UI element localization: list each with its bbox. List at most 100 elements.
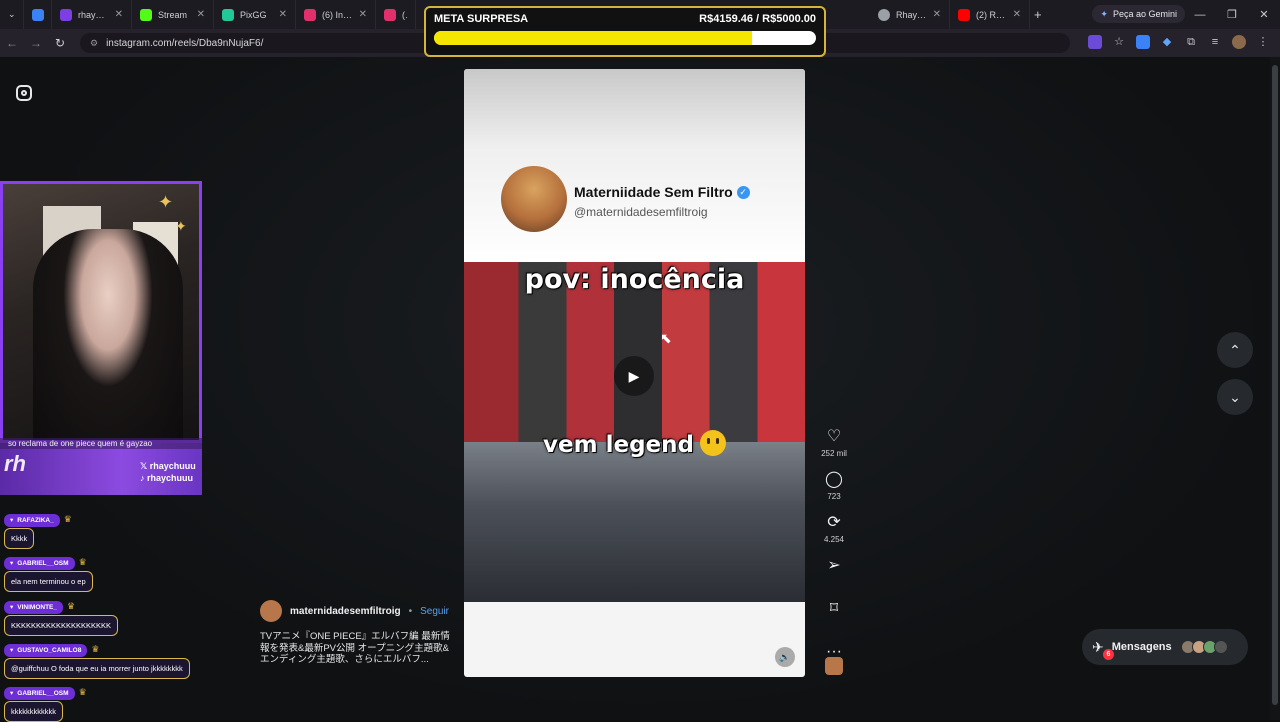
share-icon: ➢: [827, 557, 841, 574]
tab-2[interactable]: PixGG ✕: [214, 0, 296, 29]
heart-icon: ♡: [826, 428, 842, 445]
puzzle-icon[interactable]: ⧉: [1184, 35, 1198, 49]
tab-5[interactable]: Rhaychuu✕: [870, 0, 950, 29]
chat-username: ▾ GABRIEL__OSM: [4, 686, 75, 700]
streamer: [33, 229, 183, 440]
diamond-icon: [32, 8, 44, 21]
video-frame[interactable]: pov: inocência vem legend ▶: [464, 262, 805, 602]
account-name: Materniidade Sem Filtro ✓: [574, 184, 750, 200]
crown-icon: ♛: [63, 514, 72, 524]
action-count: 252 mil: [821, 449, 847, 458]
caption-text: TVアニメ『ONE PIECE』エルバフ編 最新情報を発表&最新PV公開 オープ…: [260, 631, 450, 665]
download-icon[interactable]: [1136, 35, 1150, 49]
messages-button[interactable]: ✈ 6 Mensagens: [1082, 629, 1248, 665]
audio-avatar[interactable]: [825, 657, 843, 675]
chat-message-top: so reclama de one piece quem é gayzao: [0, 438, 202, 449]
close-icon[interactable]: ✕: [197, 9, 205, 20]
close-icon[interactable]: ✕: [115, 9, 123, 20]
restore-button[interactable]: ❐: [1216, 8, 1248, 21]
mouse-cursor-icon: ⬉: [660, 330, 672, 346]
chat-message: ▾ VINIMONTE_ ♛ KKKKKKKKKKKKKKKKKKKK: [4, 596, 119, 636]
verified-icon: ✓: [736, 185, 750, 199]
message-avatars: [1180, 640, 1228, 654]
kick-icon: [140, 8, 152, 21]
close-icon[interactable]: ✕: [279, 9, 287, 20]
twitch-icon: [60, 8, 72, 21]
chat-message: ▾ GUSTAVO_CAMILO8 ♛ @guiffchuu O foda que…: [4, 639, 190, 679]
crown-icon: ♛: [91, 644, 100, 654]
tab-1[interactable]: Stream ✕: [132, 0, 214, 29]
avatar[interactable]: [1232, 35, 1246, 49]
mute-button[interactable]: 🔈: [775, 647, 795, 667]
new-tab-button[interactable]: +: [1034, 7, 1042, 22]
gemini-icon: ✦: [1100, 8, 1108, 19]
chat-username: ▾ VINIMONTE_: [4, 600, 63, 614]
instagram-icon[interactable]: [16, 85, 32, 101]
stream-logo: rh: [4, 451, 26, 476]
minimize-button[interactable]: —: [1184, 9, 1216, 21]
account-handle: @maternidadesemfiltroig: [574, 205, 708, 219]
stream-brand-banner: rh 𝕏 rhaychuuu ♪ rhaychuuu: [0, 443, 202, 495]
forward-button[interactable]: →: [24, 36, 48, 50]
reel-header-card: Materniidade Sem Filtro ✓ @maternidadesem…: [464, 69, 805, 262]
reel-video[interactable]: Materniidade Sem Filtro ✓ @maternidadesem…: [464, 69, 805, 677]
overlay-text-top: pov: inocência: [524, 264, 745, 295]
message-count-badge: 6: [1103, 649, 1114, 660]
star-icon[interactable]: ☆: [1112, 35, 1126, 49]
close-icon[interactable]: ✕: [933, 9, 941, 20]
menu-icon[interactable]: ⋮: [1256, 35, 1270, 49]
diamond-icon[interactable]: ◆: [1160, 35, 1174, 49]
tab-pinned[interactable]: [24, 0, 52, 29]
scrollbar-thumb[interactable]: [1272, 65, 1278, 705]
scrollbar[interactable]: [1270, 57, 1280, 720]
caption-header: maternidadesemfiltroig • Seguir: [260, 600, 449, 622]
chat-username: ▾ RAFAZIKA_: [4, 513, 60, 527]
site-info-icon[interactable]: ⚙: [90, 38, 98, 49]
back-button[interactable]: ←: [0, 36, 24, 50]
goal-amount: R$4159.46 / R$5000.00: [699, 13, 816, 25]
avatar[interactable]: [260, 600, 282, 622]
play-button[interactable]: ▶: [614, 356, 654, 396]
action-count: 4.254: [823, 535, 845, 544]
media-icon[interactable]: ≡: [1208, 35, 1222, 49]
webcam-overlay: ✦ ✦: [0, 181, 202, 443]
gemini-button[interactable]: ✦ Peça ao Gemini: [1092, 5, 1185, 23]
reload-button[interactable]: ↻: [48, 36, 72, 50]
previous-reel-button[interactable]: ⌃: [1217, 332, 1253, 368]
bookmark-button[interactable]: ⌑: [830, 599, 838, 642]
action-count: 723: [827, 492, 841, 501]
close-icon[interactable]: ✕: [1013, 9, 1021, 20]
goal-title: META SURPRESA: [434, 13, 529, 25]
next-reel-button[interactable]: ⌄: [1217, 379, 1253, 415]
caption-username[interactable]: maternidadesemfiltroig: [290, 606, 401, 617]
grin-emoji-icon: [699, 430, 726, 456]
heart-button[interactable]: ♡ 252 mil: [821, 427, 847, 470]
share-button[interactable]: ➢: [827, 556, 840, 599]
chat-bubble: ela nem terminou o ep: [4, 571, 93, 592]
instagram-icon: [304, 8, 316, 21]
comment-button[interactable]: ◯ 723: [825, 470, 843, 513]
chat-bubble: Kkkk: [4, 528, 35, 549]
donation-goal-overlay: META SURPRESA R$4159.46 / R$5000.00: [424, 6, 826, 57]
chat-bubble: KKKKKKKKKKKKKKKKKKKK: [4, 615, 119, 636]
close-window-button[interactable]: ✕: [1248, 8, 1280, 21]
repost-button[interactable]: ⟳ 4.254: [824, 513, 844, 556]
close-icon[interactable]: ✕: [359, 9, 367, 20]
video-shelf: [464, 442, 805, 602]
tab-0[interactable]: rhaychuu✕: [52, 0, 132, 29]
goal-progress-bar: [434, 31, 816, 45]
tab-4[interactable]: (6) In: [376, 0, 416, 29]
extension-icon[interactable]: [1088, 35, 1102, 49]
extension-toolbar: ☆ ◆ ⧉ ≡ ⋮: [1088, 35, 1270, 49]
tab-list-button[interactable]: ⌄: [0, 0, 24, 29]
crown-icon: ♛: [78, 687, 87, 697]
pixgg-icon: [222, 8, 234, 21]
x-social: 𝕏 rhaychuuu: [140, 461, 196, 471]
follow-button[interactable]: Seguir: [420, 606, 449, 617]
star-icon: ✦: [175, 218, 187, 234]
tab-6[interactable]: (2) REAC✕: [950, 0, 1030, 29]
chat-message: ▾ GABRIEL__OSM ♛ kkkkkkkkkkkk: [4, 682, 87, 722]
youtube-icon: [958, 8, 970, 21]
overlay-text-bottom: vem legend: [464, 430, 805, 458]
tab-3[interactable]: (6) Instag✕: [296, 0, 376, 29]
